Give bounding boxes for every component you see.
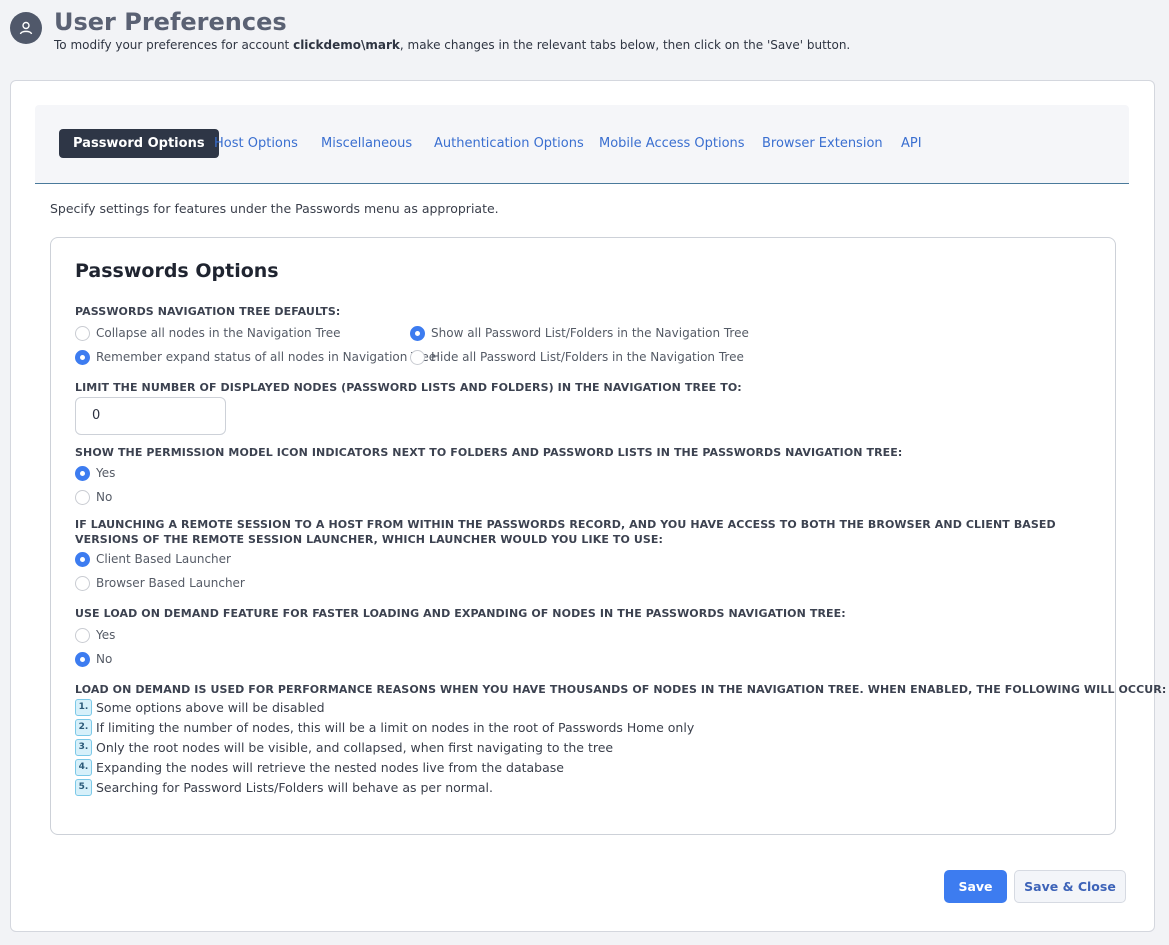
launcher-label: IF LAUNCHING A REMOTE SESSION TO A HOST …	[75, 518, 1056, 546]
radio-browser-launcher[interactable]: Browser Based Launcher	[75, 574, 245, 592]
radio-load-on-demand-no[interactable]: No	[75, 650, 112, 668]
list-item-text: Expanding the nodes will retrieve the ne…	[96, 759, 564, 775]
radio-label: Browser Based Launcher	[96, 576, 245, 590]
radio-label: Yes	[96, 466, 116, 480]
tab-browser-extension[interactable]: Browser Extension	[762, 129, 883, 158]
radio-label: Collapse all nodes in the Navigation Tre…	[96, 326, 341, 340]
radio-permission-no[interactable]: No	[75, 488, 112, 506]
number-badge: 5.	[75, 778, 92, 796]
radio-button[interactable]	[75, 575, 90, 591]
list-item: 5. Searching for Password Lists/Folders …	[75, 778, 493, 796]
radio-show-all[interactable]: Show all Password List/Folders in the Na…	[410, 324, 749, 342]
list-item-text: Searching for Password Lists/Folders wil…	[96, 779, 493, 795]
tab-host-options[interactable]: Host Options	[214, 129, 298, 158]
radio-label: Show all Password List/Folders in the Na…	[431, 326, 749, 340]
number-badge: 1.	[75, 698, 92, 716]
radio-label: Hide all Password List/Folders in the Na…	[431, 350, 744, 364]
list-item: 1. Some options above will be disabled	[75, 698, 325, 716]
radio-collapse-all[interactable]: Collapse all nodes in the Navigation Tre…	[75, 324, 340, 342]
radio-button[interactable]	[75, 465, 90, 481]
panel-title: Passwords Options	[75, 260, 279, 282]
radio-button[interactable]	[75, 651, 90, 667]
account-name: clickdemo\mark	[293, 38, 400, 52]
radio-hide-all[interactable]: Hide all Password List/Folders in the Na…	[410, 348, 744, 366]
load-on-demand-label: USE LOAD ON DEMAND FEATURE FOR FASTER LO…	[75, 607, 846, 620]
list-item: 3. Only the root nodes will be visible, …	[75, 738, 613, 756]
passwords-options-panel: Passwords Options PASSWORDS NAVIGATION T…	[50, 237, 1166, 835]
radio-remember-expand[interactable]: Remember expand status of all nodes in N…	[75, 348, 436, 366]
page-title: User Preferences	[54, 8, 287, 36]
radio-button[interactable]	[75, 349, 90, 365]
radio-client-launcher[interactable]: Client Based Launcher	[75, 550, 231, 568]
list-item-text: Some options above will be disabled	[96, 699, 325, 715]
tab-authentication-options[interactable]: Authentication Options	[434, 129, 584, 158]
subtitle-prefix: To modify your preferences for account	[54, 38, 294, 52]
radio-label: Client Based Launcher	[96, 552, 231, 566]
radio-label: No	[96, 490, 113, 504]
tab-mobile-access-options[interactable]: Mobile Access Options	[599, 129, 745, 158]
radio-label: No	[96, 652, 113, 666]
radio-button[interactable]	[75, 489, 90, 505]
radio-label: Remember expand status of all nodes in N…	[96, 350, 437, 364]
page-header: User Preferences To modify your preferen…	[10, 8, 1160, 52]
user-icon	[10, 12, 42, 44]
nav-tree-defaults-label: PASSWORDS NAVIGATION TREE DEFAULTS:	[75, 305, 341, 318]
preferences-card: Password Options Host Options Miscellane…	[10, 80, 1166, 932]
save-and-close-button[interactable]: Save & Close	[1014, 870, 1126, 903]
tab-miscellaneous[interactable]: Miscellaneous	[321, 129, 412, 158]
radio-button[interactable]	[75, 551, 90, 567]
radio-label: Yes	[96, 628, 116, 642]
list-item-text: If limiting the number of nodes, this wi…	[96, 719, 695, 735]
limit-nodes-label: LIMIT THE NUMBER OF DISPLAYED NODES (PAS…	[75, 381, 742, 394]
permission-icons-label: SHOW THE PERMISSION MODEL ICON INDICATOR…	[75, 446, 903, 459]
radio-load-on-demand-yes[interactable]: Yes	[75, 626, 115, 644]
tab-api[interactable]: API	[901, 129, 922, 158]
number-badge: 4.	[75, 758, 92, 776]
list-item: 4. Expanding the nodes will retrieve the…	[75, 758, 564, 776]
radio-button[interactable]	[410, 349, 425, 365]
list-item-text: Only the root nodes will be visible, and…	[96, 739, 614, 755]
tab-password-options[interactable]: Password Options	[59, 129, 219, 158]
radio-permission-yes[interactable]: Yes	[75, 464, 115, 482]
limit-nodes-input[interactable]: 0	[75, 397, 226, 435]
save-button[interactable]: Save	[944, 870, 1007, 903]
radio-button[interactable]	[75, 325, 90, 341]
tab-bar: Password Options Host Options Miscellane…	[35, 105, 1129, 184]
load-on-demand-info-label: LOAD ON DEMAND IS USED FOR PERFORMANCE R…	[75, 683, 1167, 696]
list-item: 2. If limiting the number of nodes, this…	[75, 718, 694, 736]
number-badge: 2.	[75, 718, 92, 736]
intro-text: Specify settings for features under the …	[50, 201, 499, 216]
number-badge: 3.	[75, 738, 92, 756]
subtitle-suffix: , make changes in the relevant tabs belo…	[399, 38, 851, 52]
radio-button[interactable]	[410, 325, 425, 341]
page-subtitle: To modify your preferences for account c…	[54, 38, 850, 52]
radio-button[interactable]	[75, 627, 90, 643]
